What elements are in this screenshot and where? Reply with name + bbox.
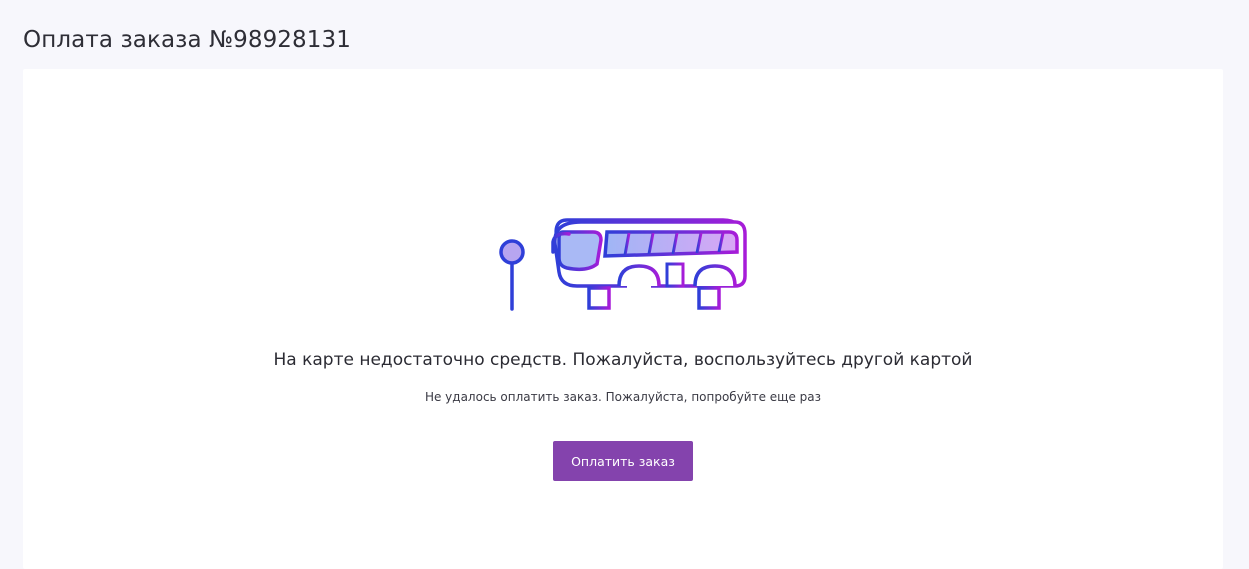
bus-stop-icon <box>499 218 747 312</box>
page-title: Оплата заказа №98928131 <box>23 27 351 53</box>
pay-order-button[interactable]: Оплатить заказ <box>553 441 693 481</box>
error-subtitle: Не удалось оплатить заказ. Пожалуйста, п… <box>424 390 822 404</box>
payment-result-card: На карте недостаточно средств. Пожалуйст… <box>23 69 1223 569</box>
error-title: На карте недостаточно средств. Пожалуйст… <box>273 350 973 370</box>
